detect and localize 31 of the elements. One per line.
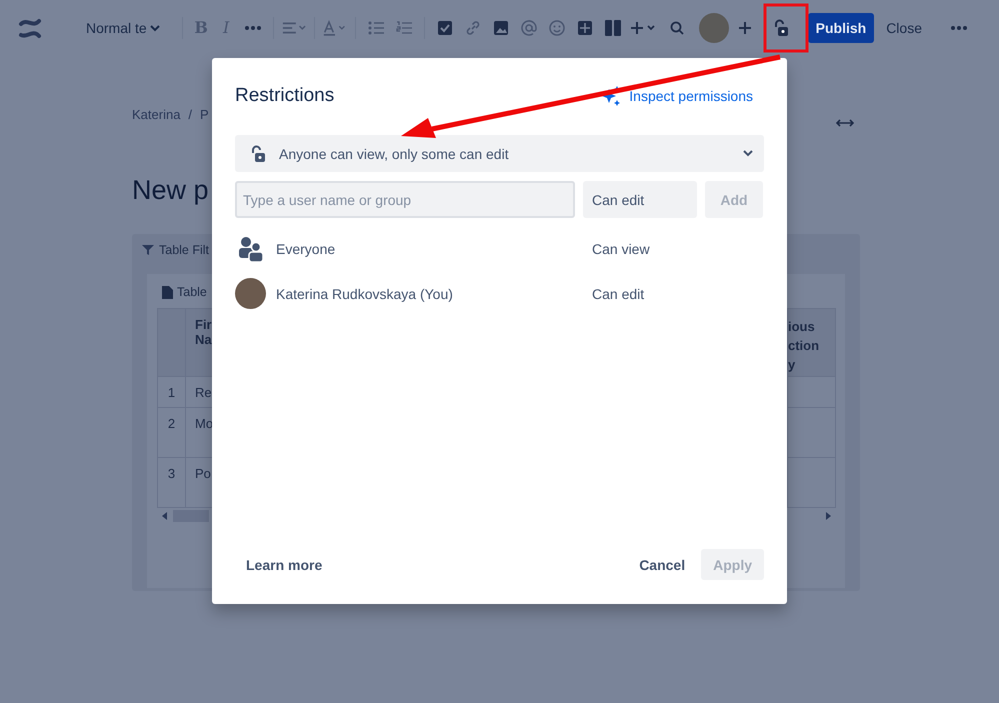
permission-dropdown[interactable]: Can edit [583, 181, 697, 218]
entry-name: Katerina Rudkovskaya (You) [276, 286, 453, 302]
access-level: Can edit [592, 286, 644, 302]
table-cell: 1 [158, 377, 186, 408]
chevron-icon [150, 24, 160, 32]
document-icon [161, 285, 173, 299]
page-title: New p [132, 175, 209, 206]
entry-name: Everyone [276, 240, 336, 256]
access-level: Can view [592, 240, 650, 256]
highlight-frame [764, 4, 808, 52]
user-search-field[interactable]: Type a user name or group [235, 181, 575, 218]
breadcrumb-item[interactable]: P [200, 107, 209, 127]
inspect-permissions-link[interactable]: Inspect permissions [599, 84, 753, 108]
dialog-title: Restrictions [235, 85, 334, 107]
filter-icon [141, 244, 155, 256]
table-header-cell: ious ction y [788, 309, 836, 377]
chevron-down-icon [743, 150, 753, 157]
macro-label: Table [177, 285, 207, 299]
text-style-dropdown[interactable]: Normal te [86, 20, 160, 36]
learn-more-link[interactable]: Learn more [246, 556, 322, 572]
breadcrumb-item[interactable]: / [188, 107, 192, 127]
macro-label: Table Filt [159, 243, 210, 257]
scrollbar-thumb[interactable] [173, 510, 209, 522]
avatar [235, 278, 266, 309]
table-cell: 2 [158, 408, 186, 458]
close-button[interactable]: Close [886, 20, 922, 36]
publish-button[interactable]: Publish [808, 12, 874, 42]
table-cell: 3 [158, 458, 186, 508]
cancel-button[interactable]: Cancel [633, 556, 692, 574]
breadcrumb-item[interactable]: Katerina [132, 107, 180, 127]
restriction-dropdown[interactable]: Anyone can view, only some can edit [235, 135, 764, 172]
